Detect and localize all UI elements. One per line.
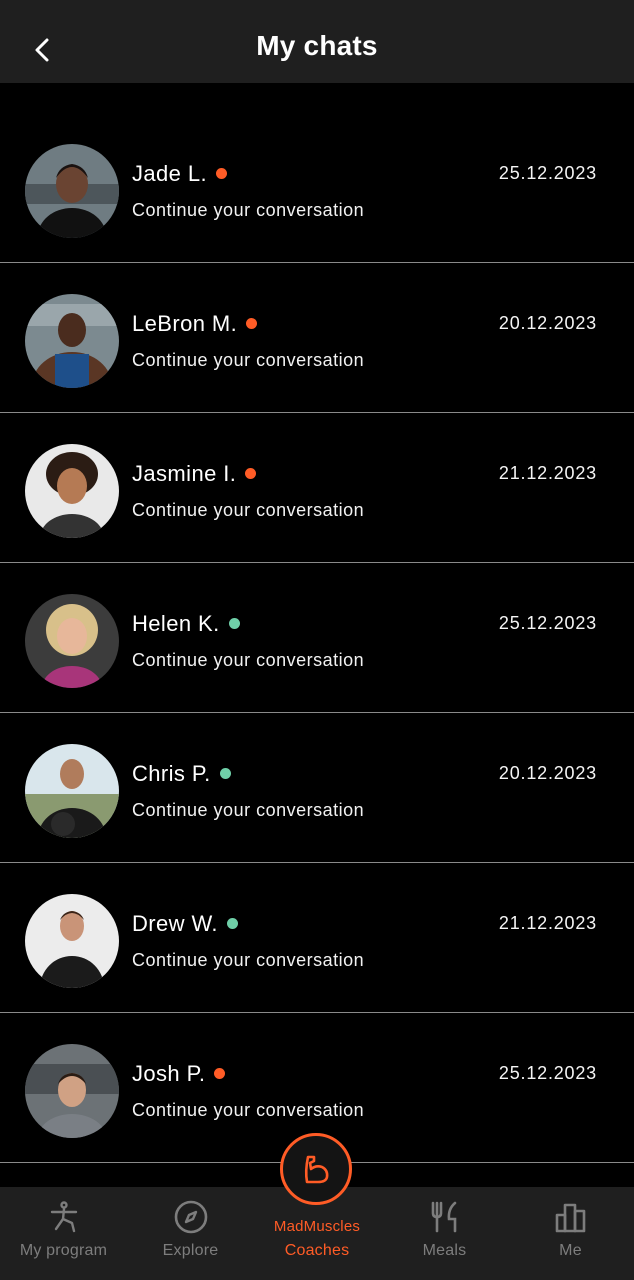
page-title: My chats: [256, 30, 378, 61]
chat-name: Helen K.: [132, 611, 240, 637]
chat-date: 21.12.2023: [498, 463, 597, 483]
tab-label: Meals: [422, 1242, 467, 1259]
tab-coaches-label: Coaches: [284, 1242, 350, 1259]
chat-name: Chris P.: [132, 761, 231, 787]
chat-row-jade[interactable]: Jade L. Continue your conversation 25.12…: [0, 113, 634, 263]
tab-my-program[interactable]: My program: [0, 1187, 127, 1280]
compass-icon: [174, 1200, 207, 1234]
tab-coaches-brand-label: MadMuscles: [273, 1218, 361, 1235]
chat-subtitle: Continue your conversation: [132, 950, 365, 970]
status-dot: [219, 767, 231, 779]
avatar: [25, 294, 119, 388]
chat-row-jasmine[interactable]: Jasmine I. Continue your conversation 21…: [0, 413, 634, 563]
chat-subtitle: Continue your conversation: [132, 500, 365, 520]
chat-name: Josh P.: [132, 1061, 226, 1087]
chat-subtitle: Continue your conversation: [132, 1100, 365, 1120]
chat-subtitle: Continue your conversation: [132, 800, 365, 820]
chat-subtitle: Continue your conversation: [132, 650, 365, 670]
avatar: [25, 594, 119, 688]
status-dot: [245, 467, 257, 479]
stretching-person-icon: [50, 1201, 77, 1233]
status-dot: [226, 917, 238, 929]
tab-me[interactable]: Me: [507, 1187, 634, 1280]
chat-row-drew[interactable]: Drew W. Continue your conversation 21.12…: [0, 863, 634, 1013]
tab-explore[interactable]: Explore: [127, 1187, 254, 1280]
status-dot: [246, 317, 258, 329]
chat-date: 25.12.2023: [498, 613, 597, 633]
chat-row-lebron[interactable]: LeBron M. Continue your conversation 20.…: [0, 263, 634, 413]
avatar: [25, 894, 119, 988]
chat-list: Jade L. Continue your conversation 25.12…: [0, 113, 634, 1163]
status-dot: [214, 1067, 226, 1079]
chat-date: 20.12.2023: [498, 763, 597, 783]
fork-knife-icon: [431, 1201, 456, 1233]
avatar: [25, 444, 119, 538]
avatar: [25, 144, 119, 238]
chat-row-chris[interactable]: Chris P. Continue your conversation 20.1…: [0, 713, 634, 863]
avatar: [25, 744, 119, 838]
tab-label: Explore: [162, 1242, 219, 1259]
chat-date: 25.12.2023: [498, 1063, 597, 1083]
top-bar: My chats: [0, 0, 634, 83]
chat-name: LeBron M.: [132, 311, 258, 337]
tab-meals[interactable]: Meals: [381, 1187, 508, 1280]
chat-subtitle: Continue your conversation: [132, 200, 365, 220]
bar-chart-icon: [555, 1203, 585, 1233]
flexed-bicep-icon: [304, 1155, 329, 1184]
chat-date: 20.12.2023: [498, 313, 597, 333]
chat-name: Drew W.: [132, 911, 238, 937]
chat-name: Jade L.: [132, 161, 227, 187]
chat-name: Jasmine I.: [132, 461, 257, 487]
status-dot: [228, 617, 240, 629]
chat-row-helen[interactable]: Helen K. Continue your conversation 25.1…: [0, 563, 634, 713]
avatar: [25, 1044, 119, 1138]
tab-label: My program: [19, 1242, 108, 1259]
chat-subtitle: Continue your conversation: [132, 350, 365, 370]
status-dot: [215, 167, 227, 179]
chat-date: 25.12.2023: [498, 163, 597, 183]
chat-date: 21.12.2023: [498, 913, 597, 933]
tab-coaches[interactable]: [280, 1133, 352, 1205]
tab-label: Me: [559, 1242, 582, 1259]
